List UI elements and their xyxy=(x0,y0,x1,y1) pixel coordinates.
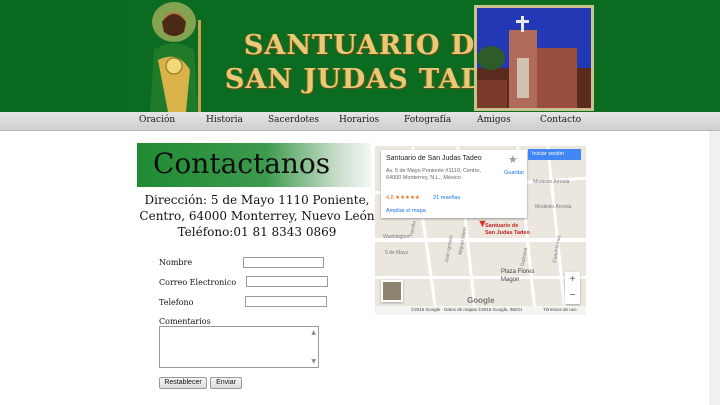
nav-item-sacerdotes[interactable]: Sacerdotes xyxy=(268,115,319,125)
map-footer: ©2016 Google · Datos de mapas ©2016 Goog… xyxy=(375,306,586,315)
terms-link[interactable]: Términos de uso xyxy=(543,307,577,312)
address-line2: Centro, 64000 Monterrey, Nuevo León xyxy=(139,209,375,223)
zoom-out-button[interactable]: − xyxy=(565,288,580,304)
satellite-toggle[interactable] xyxy=(381,280,403,302)
church-photo xyxy=(474,5,594,111)
road-label: Modesto Arreola xyxy=(535,204,572,210)
google-map[interactable]: Modesto Arreola Modesto Arreola 5 de May… xyxy=(375,146,586,315)
reviews-link[interactable]: 21 reseñas xyxy=(433,195,460,201)
contact-header: Contactanos xyxy=(137,143,371,187)
pin-label-line2: San Judas Tadeo xyxy=(485,230,530,236)
save-star-icon[interactable]: ★ xyxy=(508,153,518,166)
name-field[interactable] xyxy=(243,257,324,268)
reset-button[interactable]: Restablecer xyxy=(159,377,207,389)
nav-item-horarios[interactable]: Horarios xyxy=(339,115,379,125)
banner-title-line1: SANTUARIO DE xyxy=(244,30,497,61)
nav-item-amigos[interactable]: Amigos xyxy=(477,115,511,125)
place-name: Santuario de San Judas Tadeo xyxy=(386,155,482,162)
pin-label: Santuario de San Judas Tadeo xyxy=(485,223,530,237)
phone-label: Telefono xyxy=(159,298,194,307)
email-field[interactable] xyxy=(246,276,328,287)
pin-label-line1: Santuario de xyxy=(485,223,519,229)
road-label: Washington xyxy=(383,234,410,240)
comments-label: Comentarios xyxy=(159,317,211,326)
saint-jude-image xyxy=(128,0,220,112)
page-title: Contactanos xyxy=(153,147,331,180)
scroll-up-icon[interactable]: ▲ xyxy=(311,329,316,336)
map-copyright: ©2016 Google · Datos de mapas ©2016 Goog… xyxy=(411,307,522,312)
phone-field[interactable] xyxy=(245,296,327,307)
address-line1: Dirección: 5 de Mayo 1110 Poniente, xyxy=(144,193,370,207)
zoom-control: + − xyxy=(565,272,580,304)
road-label: 5 de Mayo xyxy=(385,250,409,256)
nav-item-fotografia[interactable]: Fotografía xyxy=(404,115,451,125)
site-banner: SANTUARIO DE SAN JUDAS TADEO xyxy=(0,0,720,112)
banner-right-strip xyxy=(596,0,720,112)
signin-button[interactable]: Iniciar sesión xyxy=(528,149,581,160)
poi-label-line2: Magon xyxy=(501,277,520,283)
save-link[interactable]: Guardar xyxy=(504,170,524,176)
banner-left-strip xyxy=(0,0,128,112)
comments-textarea[interactable]: ▲ ▼ xyxy=(159,326,319,368)
poi-label: Plaza Flores Magon xyxy=(501,268,534,284)
place-rating: 4,8 ★★★★★ xyxy=(386,195,420,201)
map-info-card: Santuario de San Judas Tadeo Av. 5 de Ma… xyxy=(381,150,527,218)
road-label: Modesto Arreola xyxy=(533,179,570,185)
submit-button[interactable]: Enviar xyxy=(210,377,242,389)
nav-item-oracion[interactable]: Oración xyxy=(139,115,175,125)
road-label: Treviño xyxy=(408,220,418,238)
zoom-in-button[interactable]: + xyxy=(565,272,580,288)
contact-address: Dirección: 5 de Mayo 1110 Poniente, Cent… xyxy=(137,192,377,240)
main-nav: Oración Historia Sacerdotes Horarios Fot… xyxy=(0,112,720,131)
poi-label-line1: Plaza Flores xyxy=(501,269,535,275)
scroll-down-icon[interactable]: ▼ xyxy=(311,358,316,365)
place-address: Av. 5 de Mayo Poniente #1110, Centro, 64… xyxy=(386,168,481,181)
nav-item-contacto[interactable]: Contacto xyxy=(540,115,581,125)
phone-line: Teléfono:01 81 8343 0869 xyxy=(177,225,337,239)
nav-item-historia[interactable]: Historia xyxy=(206,115,243,125)
larger-map-link[interactable]: Ampliar el mapa xyxy=(386,208,426,214)
email-label: Correo Electronico xyxy=(159,278,237,287)
google-logo: Google xyxy=(467,296,495,305)
page-scrollbar[interactable] xyxy=(709,131,720,405)
name-label: Nombre xyxy=(159,258,193,267)
